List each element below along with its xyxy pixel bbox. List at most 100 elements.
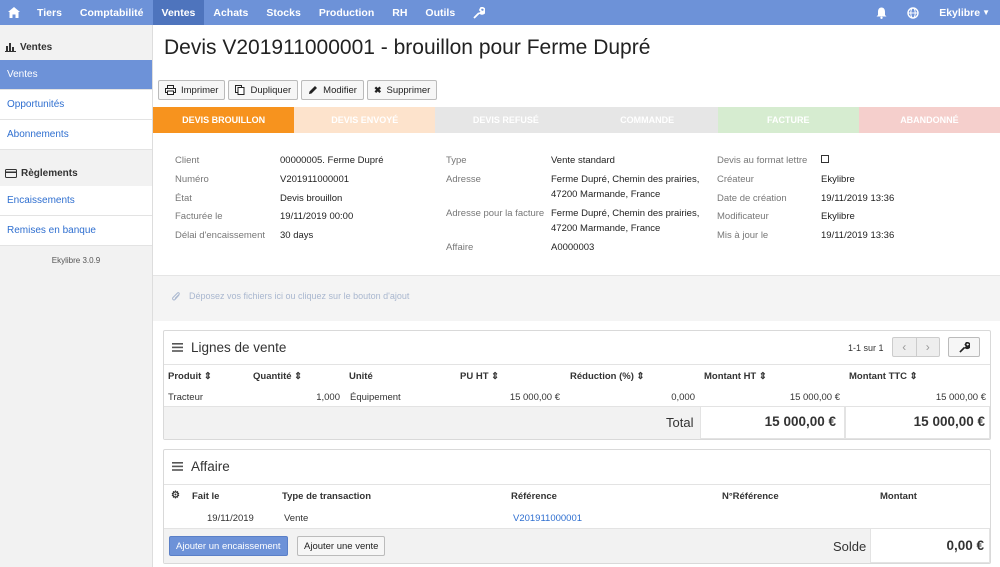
sale-lines-panel: Lignes de vente 1-1 sur 1 ‹ › Produit ⇕ … — [163, 330, 991, 440]
user-name: Ekylibre — [939, 6, 981, 19]
status-step[interactable]: ABANDONNÉ — [858, 107, 1000, 133]
status-step[interactable]: FACTURE — [717, 107, 859, 133]
creator-value: Ekylibre — [821, 174, 855, 185]
sidebar-section-reglements: Règlements — [0, 160, 152, 186]
delay-value: 30 days — [280, 230, 314, 241]
nav-outils[interactable]: Outils — [416, 0, 464, 25]
created-value: 19/11/2019 13:36 — [821, 193, 895, 204]
line-quantity: 1,000 — [316, 392, 340, 403]
status-step[interactable]: COMMANDE — [576, 107, 718, 133]
col-label: Réduction (%) — [570, 371, 634, 382]
wrench-icon[interactable] — [464, 0, 494, 25]
sidebar-item-encaissements[interactable]: Encaissements — [0, 186, 152, 216]
col-label: Produit — [168, 371, 202, 382]
copy-icon — [235, 85, 245, 95]
delete-label: Supprimer — [386, 84, 431, 96]
status-step[interactable]: DEVIS BROUILLON — [153, 107, 295, 133]
invoiced-label: Facturée le — [175, 211, 223, 222]
nav-stocks[interactable]: Stocks — [257, 0, 309, 25]
col-label: Montant TTC — [849, 371, 908, 382]
col-amount: Montant — [880, 491, 917, 502]
billing-line1: Ferme Dupré, Chemin des prairies, — [551, 208, 700, 219]
state-label: État — [175, 193, 192, 204]
affair-row-reference[interactable]: V201911000001 — [513, 513, 582, 524]
close-icon: ✖ — [373, 84, 382, 95]
credit-card-icon — [5, 168, 17, 178]
globe-icon[interactable] — [897, 0, 929, 25]
list-icon — [172, 343, 183, 352]
total-ht: 15 000,00 € — [764, 414, 836, 429]
add-sale-button[interactable]: Ajouter une vente — [297, 536, 386, 556]
sidebar-item-abonnements[interactable]: Abonnements — [0, 120, 152, 150]
col-discount[interactable]: Réduction (%) ⇕ — [570, 371, 644, 382]
page-title: Devis V201911000001 - brouillon pour Fer… — [164, 36, 651, 59]
invoiced-value: 19/11/2019 00:00 — [280, 211, 354, 222]
wrench-icon — [958, 341, 970, 353]
updated-value: 19/11/2019 13:36 — [821, 230, 895, 241]
created-label: Date de création — [717, 193, 787, 204]
nav-ventes[interactable]: Ventes — [152, 0, 205, 25]
add-payment-button[interactable]: Ajouter un encaissement — [169, 536, 288, 556]
letter-checkbox[interactable] — [821, 155, 829, 163]
chevron-left-icon[interactable]: ‹ — [893, 338, 917, 356]
client-link[interactable]: 00000005. Ferme Dupré — [280, 155, 384, 166]
delay-label: Délai d'encaissement — [175, 230, 265, 241]
duplicate-label: Dupliquer — [250, 84, 292, 96]
letter-label: Devis au format lettre — [717, 155, 808, 166]
sidebar-item-ventes[interactable]: Ventes — [0, 60, 152, 90]
paperclip-icon — [172, 292, 180, 301]
bar-chart-icon — [5, 43, 16, 52]
pagination-nav: ‹ › — [892, 337, 940, 357]
total-ttc: 15 000,00 € — [913, 414, 985, 429]
address-line2: 47200 Marmande, France — [551, 189, 661, 200]
sidebar-section-ventes: Ventes — [0, 34, 152, 60]
caret-down-icon: ▼ — [982, 8, 990, 17]
line-unit: Équipement — [350, 392, 401, 403]
modifier-label: Modificateur — [717, 211, 769, 222]
sidebar-item-opportunites[interactable]: Opportunités — [0, 90, 152, 120]
col-reference-number: N°Référence — [722, 491, 779, 502]
home-icon[interactable] — [0, 0, 28, 25]
col-quantity[interactable]: Quantité ⇕ — [253, 371, 302, 382]
pagination-text: 1-1 sur 1 — [848, 343, 884, 353]
chevron-right-icon[interactable]: › — [917, 338, 940, 356]
affair-panel: Affaire ⚙ Fait le Type de transaction Ré… — [163, 449, 991, 564]
toolbar: Imprimer Dupliquer Modifier ✖ Supprimer — [158, 80, 438, 100]
creator-label: Créateur — [717, 174, 754, 185]
modifier-value: Ekylibre — [821, 211, 855, 222]
col-unit-price[interactable]: PU HT ⇕ — [460, 371, 499, 382]
col-product[interactable]: Produit ⇕ — [168, 371, 212, 382]
status-step[interactable]: DEVIS ENVOYÉ — [294, 107, 436, 133]
type-value: Vente standard — [551, 155, 615, 166]
line-discount: 0,000 — [671, 392, 695, 403]
nav-tiers[interactable]: Tiers — [28, 0, 71, 25]
col-amount-ht[interactable]: Montant HT ⇕ — [704, 371, 767, 382]
nav-production[interactable]: Production — [310, 0, 383, 25]
affair-link[interactable]: A0000003 — [551, 242, 594, 253]
user-menu[interactable]: Ekylibre ▼ — [929, 0, 1000, 25]
edit-button[interactable]: Modifier — [301, 80, 364, 100]
col-amount-ttc[interactable]: Montant TTC ⇕ — [849, 371, 918, 382]
print-label: Imprimer — [181, 84, 219, 96]
nav-achats[interactable]: Achats — [204, 0, 257, 25]
col-label: PU HT — [460, 371, 489, 382]
info-section: Client 00000005. Ferme Dupré Numéro V201… — [153, 144, 1000, 274]
col-unit: Unité — [349, 371, 373, 382]
line-amount-ttc: 15 000,00 € — [935, 392, 986, 403]
sidebar-item-remises[interactable]: Remises en banque — [0, 216, 152, 246]
sidebar: Ventes Ventes Opportunités Abonnements R… — [0, 25, 153, 567]
gear-icon[interactable]: ⚙ — [171, 490, 180, 501]
delete-button[interactable]: ✖ Supprimer — [366, 80, 438, 100]
table-settings-button[interactable] — [948, 337, 980, 357]
nav-rh[interactable]: RH — [383, 0, 416, 25]
state-value: Devis brouillon — [280, 193, 343, 204]
duplicate-button[interactable]: Dupliquer — [228, 80, 299, 100]
app-version: Ekylibre 3.0.9 — [51, 256, 101, 265]
status-step[interactable]: DEVIS REFUSÉ — [435, 107, 577, 133]
bell-icon[interactable] — [866, 0, 897, 25]
nav-comptabilite[interactable]: Comptabilité — [71, 0, 153, 25]
print-button[interactable]: Imprimer — [158, 80, 226, 100]
file-dropzone[interactable]: Déposez vos fichiers ici ou cliquez sur … — [153, 275, 1000, 321]
address-line1: Ferme Dupré, Chemin des prairies, — [551, 174, 700, 185]
total-label: Total — [666, 415, 694, 430]
